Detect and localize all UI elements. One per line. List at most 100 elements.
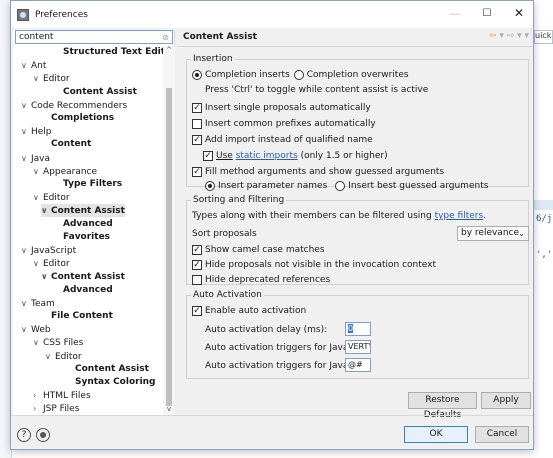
hide-not-visible-label: Hide proposals not visible in the invoca… — [205, 260, 437, 270]
hide-deprecated-checkbox[interactable] — [192, 275, 202, 285]
tree-item[interactable]: Advanced — [53, 284, 113, 297]
chevron-down-icon[interactable]: ∨ — [21, 323, 31, 336]
chevron-down-icon[interactable]: ∨ — [33, 336, 43, 349]
chevron-down-icon[interactable]: ∨ — [33, 165, 43, 178]
type-filters-link[interactable]: type filters — [435, 211, 484, 221]
static-imports-row[interactable]: ✓ Use static imports (only 1.5 or higher… — [203, 151, 388, 161]
java-triggers-input[interactable]: VERTY — [345, 340, 371, 354]
scroll-up-icon[interactable]: ^ — [164, 46, 174, 56]
tree-item[interactable]: ∨ Editor — [45, 350, 82, 363]
tree-item[interactable]: ∨ Java — [21, 152, 50, 165]
tree-item[interactable]: ∨ CSS Files — [33, 336, 83, 349]
insert-common-row[interactable]: Insert common prefixes automatically — [192, 119, 376, 129]
ok-button[interactable]: OK — [404, 426, 468, 443]
fill-args-row[interactable]: ✓ Fill method arguments and show guessed… — [192, 167, 444, 177]
close-button[interactable]: ✕ — [505, 1, 533, 28]
tree-item[interactable]: Advanced — [53, 218, 113, 231]
tree-item-label: Appearance — [43, 166, 98, 177]
chevron-down-icon[interactable]: ∨ — [21, 125, 31, 138]
tree-item[interactable]: Syntax Coloring — [65, 376, 156, 389]
title-bar: Preferences — ☐ ✕ — [11, 1, 533, 28]
sort-proposals-select[interactable]: by relevance ⌄ — [457, 226, 529, 241]
record-icon[interactable] — [36, 428, 50, 442]
show-camel-checkbox[interactable]: ✓ — [192, 245, 202, 255]
tree-item[interactable]: ∨ Editor — [33, 257, 70, 270]
insert-common-checkbox[interactable] — [192, 119, 202, 129]
history-nav[interactable]: ⇦ ▾ ⇨ ▾ ▾ — [489, 31, 529, 41]
hide-deprecated-row[interactable]: Hide deprecated references — [192, 275, 330, 285]
maximize-button[interactable]: ☐ — [473, 1, 501, 28]
help-icon[interactable]: ? — [17, 428, 31, 442]
chevron-down-icon: ⌄ — [518, 229, 525, 238]
tree-item[interactable]: Type Filters — [53, 178, 122, 191]
tree-item[interactable]: Structured Text Editors — [53, 46, 163, 59]
chevron-down-icon[interactable]: ∨ — [21, 152, 31, 165]
show-camel-row[interactable]: ✓ Show camel case matches — [192, 245, 325, 255]
tree-item[interactable]: ∨ Content Assist — [41, 270, 125, 283]
tree-item[interactable]: ∨ Ant — [21, 59, 46, 72]
fill-args-label: Fill method arguments and show guessed a… — [205, 167, 445, 177]
add-import-checkbox[interactable]: ✓ — [192, 135, 202, 145]
hide-not-visible-checkbox[interactable]: ✓ — [192, 260, 202, 270]
tree-item[interactable]: Favorites — [53, 231, 110, 244]
tree-item[interactable]: Completions — [41, 112, 114, 125]
tree-item[interactable]: Content Assist — [65, 363, 149, 376]
tree-item[interactable]: ∨ Appearance — [33, 165, 97, 178]
chevron-down-icon[interactable]: ∨ — [41, 204, 51, 217]
enable-auto-checkbox[interactable]: ✓ — [192, 306, 202, 316]
quick-access-field[interactable]: uick — [534, 30, 553, 44]
tree-item[interactable]: File Content — [41, 310, 113, 323]
forward-arrow-icon[interactable]: ▾ ⇨ ▾ ▾ — [496, 31, 529, 41]
add-import-row[interactable]: ✓ Add import instead of qualified name — [192, 135, 373, 145]
delay-value: 0 — [348, 324, 354, 333]
fill-args-checkbox[interactable]: ✓ — [192, 167, 202, 177]
best-guessed-radio[interactable] — [335, 181, 346, 191]
tree-item[interactable]: Content Assist — [53, 86, 137, 99]
completion-overwrites-radio[interactable] — [293, 70, 304, 80]
completion-inserts-label: Completion inserts — [205, 70, 290, 80]
clear-filter-icon[interactable]: ⊘ — [162, 32, 169, 44]
insert-single-row[interactable]: ✓ Insert single proposals automatically — [192, 103, 371, 113]
tree-item[interactable]: ∨ Editor — [33, 191, 70, 204]
tree-item[interactable]: › JSP Files — [33, 402, 79, 415]
tree-item[interactable]: ∨ Web — [21, 323, 51, 336]
chevron-down-icon[interactable]: ∨ — [41, 270, 51, 283]
restore-defaults-button[interactable]: Restore Defaults — [408, 392, 477, 420]
tree-item[interactable]: ∨ JavaScript — [21, 244, 76, 257]
javadoc-triggers-input[interactable]: @# — [345, 358, 371, 372]
apply-button[interactable]: Apply — [481, 392, 531, 409]
enable-auto-row[interactable]: ✓ Enable auto activation — [192, 306, 306, 316]
chevron-down-icon[interactable]: ∨ — [33, 72, 43, 85]
chevron-down-icon[interactable]: ∨ — [45, 350, 55, 363]
insert-single-checkbox[interactable]: ✓ — [192, 103, 202, 113]
tree-item[interactable]: ∨ Code Recommenders — [21, 99, 127, 112]
preference-tree-panel: content ⊘ Structured Text Editors∨Ant∨Ed… — [13, 30, 175, 415]
hide-not-visible-row[interactable]: ✓ Hide proposals not visible in the invo… — [192, 260, 436, 270]
chevron-down-icon[interactable]: ∨ — [21, 59, 31, 72]
delay-input[interactable]: 0 — [345, 322, 371, 336]
chevron-down-icon[interactable]: ∨ — [33, 257, 43, 270]
completion-inserts-radio[interactable] — [192, 70, 202, 80]
chevron-down-icon[interactable]: ∨ — [21, 244, 31, 257]
static-imports-checkbox[interactable]: ✓ — [203, 151, 213, 161]
tree-scrollbar[interactable]: ^ v — [163, 46, 175, 415]
cancel-button[interactable]: Cancel — [475, 426, 529, 443]
chevron-down-icon[interactable]: ∨ — [33, 191, 43, 204]
tree-item[interactable]: › HTML Files — [33, 389, 91, 402]
tree-item[interactable]: ∨ Help — [21, 125, 52, 138]
tree-item[interactable]: ∨ Content Assist — [41, 204, 125, 218]
tree-item[interactable]: ∨ Team — [21, 297, 55, 310]
filter-input[interactable]: content ⊘ — [15, 30, 173, 44]
tree-item[interactable]: Content — [41, 138, 91, 151]
chevron-right-icon[interactable]: › — [33, 389, 43, 402]
minimize-button[interactable]: — — [441, 1, 469, 28]
static-imports-link[interactable]: static imports — [236, 151, 298, 161]
scroll-down-icon[interactable]: v — [164, 405, 174, 415]
chevron-down-icon[interactable]: ∨ — [21, 99, 31, 112]
scroll-thumb[interactable] — [166, 88, 172, 406]
insert-common-label: Insert common prefixes automatically — [205, 119, 376, 129]
tree-item[interactable]: ∨ Editor — [33, 72, 70, 85]
chevron-right-icon[interactable]: › — [33, 402, 43, 415]
chevron-down-icon[interactable]: ∨ — [21, 297, 31, 310]
param-names-radio[interactable] — [205, 181, 215, 191]
